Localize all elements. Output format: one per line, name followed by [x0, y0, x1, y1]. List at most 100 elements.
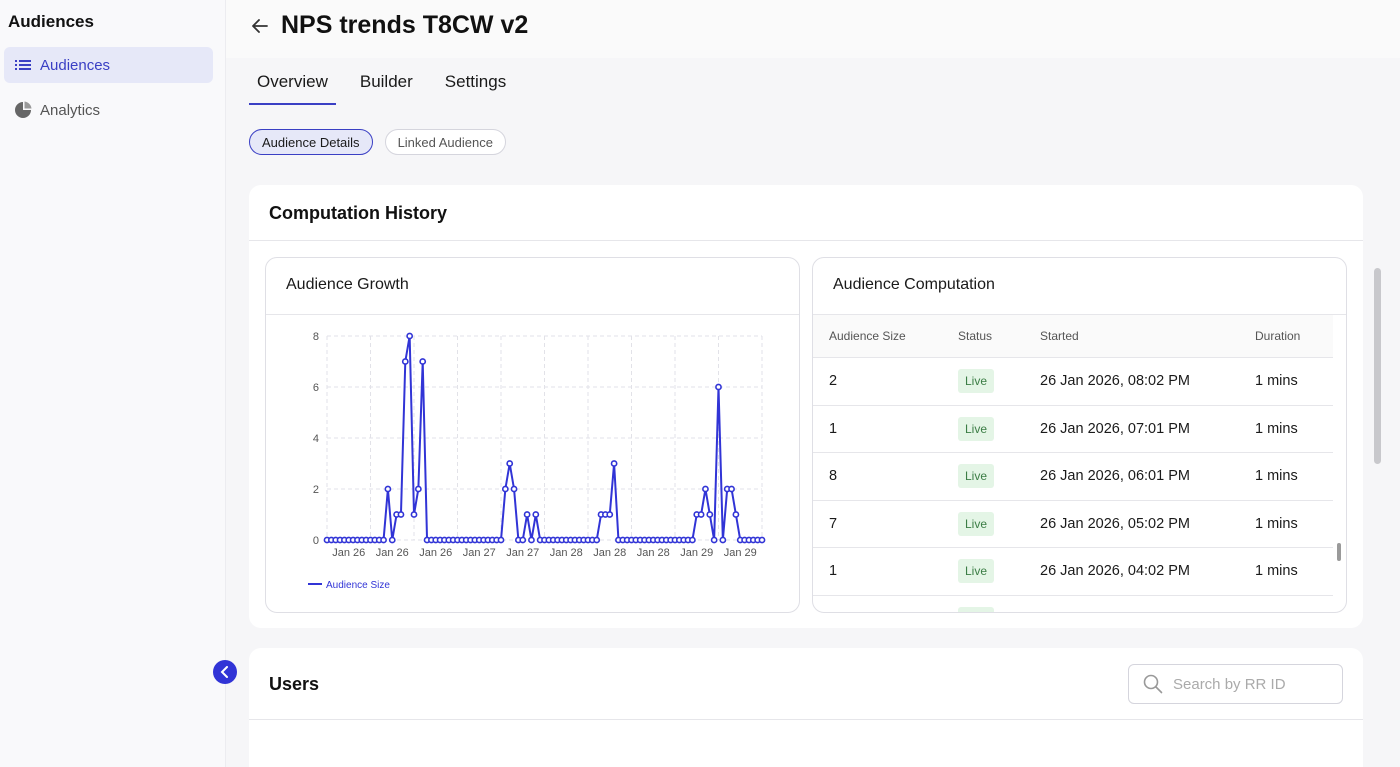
computation-table: Audience Size Status Started Duration 2 L…: [813, 315, 1333, 612]
cell-audience-size: 1: [829, 563, 838, 580]
x-tick-label: Jan 26: [332, 547, 365, 559]
y-tick-label: 8: [313, 331, 319, 343]
table-row: Live: [813, 596, 1333, 612]
cell-audience-size: 8: [829, 468, 838, 485]
x-tick-label: Jan 29: [680, 547, 713, 559]
table-row: 7 Live 26 Jan 2026, 05:02 PM 1 mins: [813, 501, 1333, 548]
cell-duration: 1 mins: [1255, 468, 1298, 485]
x-tick-label: Jan 26: [376, 547, 409, 559]
subtab-pills: Audience Details Linked Audience: [249, 129, 518, 155]
y-tick-label: 2: [313, 484, 319, 496]
data-point: [523, 511, 531, 518]
sidebar-item-label: Audiences: [40, 56, 111, 74]
divider: [249, 240, 1363, 241]
column-header-started: Started: [1040, 329, 1079, 343]
audience-growth-title: Audience Growth: [286, 276, 409, 293]
cell-status: Live: [942, 559, 1024, 584]
status-badge: Live: [958, 606, 995, 612]
tab-builder[interactable]: Builder: [352, 60, 421, 105]
cell-started: 26 Jan 2026, 08:02 PM: [1040, 373, 1190, 390]
computation-history-card: Computation History Audience Growth 0 2 4 6…: [249, 185, 1363, 628]
data-point: [410, 511, 418, 518]
sidebar-item-audiences[interactable]: Audiences: [4, 47, 213, 83]
data-point: [388, 536, 396, 544]
page-title: NPS trends T8CW v2: [281, 11, 529, 39]
data-point: [406, 332, 414, 340]
search-box: [1128, 664, 1343, 704]
page-scrollbar[interactable]: [1374, 268, 1381, 464]
data-point: [715, 383, 722, 391]
table-row: 8 Live 26 Jan 2026, 06:01 PM 1 mins: [813, 453, 1333, 501]
data-point: [528, 536, 535, 544]
cell-audience-size: 1: [829, 420, 838, 437]
page-header: NPS trends T8CW v2: [226, 0, 1400, 58]
status-badge: Live: [958, 369, 995, 394]
data-point: [702, 485, 709, 493]
status-badge: Live: [958, 559, 995, 584]
data-point: [501, 485, 509, 493]
legend-label: Audience Size: [326, 580, 390, 591]
cell-duration: 1 mins: [1255, 420, 1298, 437]
cell-status: Live: [942, 511, 1024, 536]
table-body: 2 Live 26 Jan 2026, 08:02 PM 1 mins 1 Live 26 …: [813, 358, 1333, 612]
table-row: 1 Live 26 Jan 2026, 07:01 PM 1 mins: [813, 406, 1333, 453]
divider: [249, 719, 1363, 720]
data-point: [593, 536, 601, 544]
data-point: [510, 485, 518, 493]
table-scrollbar[interactable]: [1337, 543, 1341, 561]
table-row: 2 Live 26 Jan 2026, 08:02 PM 1 mins: [813, 358, 1333, 406]
pill-linked-audience[interactable]: Linked Audience: [384, 129, 506, 155]
status-badge: Live: [958, 464, 995, 489]
x-tick-label: Jan 27: [506, 547, 539, 559]
table-row: 1 Live 26 Jan 2026, 04:02 PM 1 mins: [813, 548, 1333, 596]
data-point: [606, 511, 614, 518]
back-button[interactable]: [248, 14, 272, 38]
x-tick-label: Jan 26: [419, 547, 452, 559]
audience-computation-card: Audience Computation Audience Size Statu…: [812, 257, 1347, 613]
tab-settings[interactable]: Settings: [437, 60, 514, 105]
cell-status: Live: [942, 416, 1024, 441]
cell-status: Live: [942, 369, 1024, 394]
users-card: Users: [249, 648, 1363, 767]
audience-growth-chart: 0 2 4 6 8 Jan 26 Jan 26 Jan 26 Jan 27 Jan 27 Jan 2…: [308, 331, 766, 591]
data-point: [506, 460, 514, 467]
search-icon: [1143, 674, 1163, 694]
tab-overview[interactable]: Overview: [249, 60, 336, 105]
arrow-left-icon: [252, 19, 268, 33]
data-point: [419, 358, 427, 365]
data-point: [697, 511, 705, 518]
data-point: [497, 536, 505, 544]
x-tick-label: Jan 28: [637, 547, 670, 559]
x-tick-label: Jan 28: [593, 547, 626, 559]
search-input[interactable]: [1173, 675, 1333, 693]
data-point: [610, 460, 618, 467]
y-tick-label: 0: [313, 535, 319, 547]
pill-audience-details[interactable]: Audience Details: [249, 129, 373, 155]
data-point: [414, 485, 422, 493]
tab-bar: Overview Builder Settings: [249, 60, 530, 105]
sidebar-title: Audiences: [8, 12, 94, 31]
users-title: Users: [269, 674, 320, 694]
cell-started: 26 Jan 2026, 05:02 PM: [1040, 515, 1190, 532]
data-point: [706, 511, 714, 518]
data-point: [519, 536, 527, 544]
column-header-duration: Duration: [1255, 329, 1301, 343]
data-point: [688, 536, 696, 544]
y-tick-label: 4: [313, 433, 319, 445]
audience-growth-card: Audience Growth 0 2 4 6 8 Jan 26 Jan 26 Jan 26 J…: [265, 257, 800, 613]
cell-duration: 1 mins: [1255, 563, 1298, 580]
data-point: [401, 358, 409, 365]
data-point: [719, 536, 727, 544]
list-icon: [14, 56, 32, 74]
x-tick-label: Jan 29: [724, 547, 757, 559]
cell-audience-size: 2: [829, 373, 838, 390]
sidebar-item-label: Analytics: [40, 101, 101, 119]
cell-started: 26 Jan 2026, 07:01 PM: [1040, 420, 1190, 437]
cell-started: 26 Jan 2026, 06:01 PM: [1040, 468, 1190, 485]
cell-duration: 1 mins: [1255, 373, 1298, 390]
data-point: [758, 536, 766, 544]
sidebar-item-analytics[interactable]: Analytics: [4, 92, 213, 128]
cell-duration: 1 mins: [1255, 515, 1298, 532]
audience-computation-title: Audience Computation: [833, 276, 995, 293]
data-point: [532, 511, 540, 518]
